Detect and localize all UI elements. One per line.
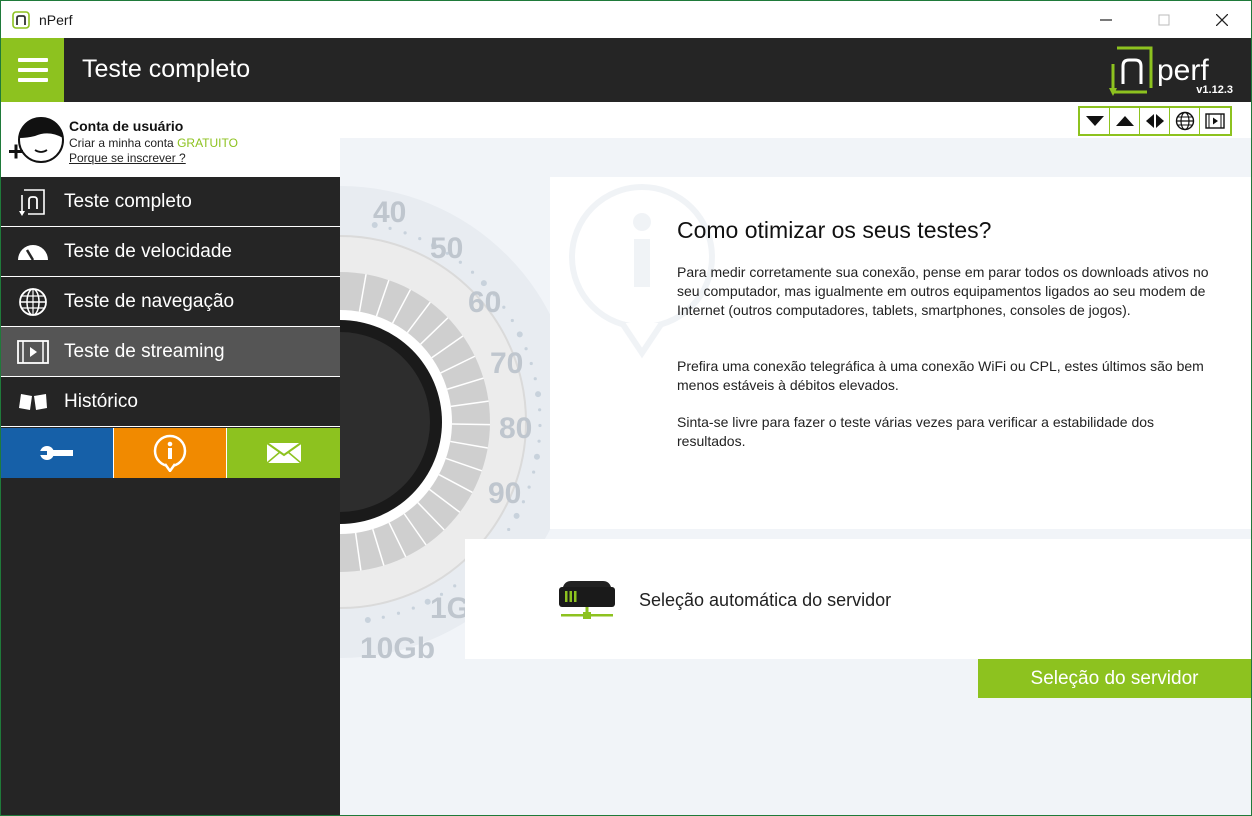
title-bar: nPerf bbox=[1, 1, 1251, 38]
tips-paragraph: Prefira uma conexão telegráfica à uma co… bbox=[677, 358, 1204, 393]
arrow-up-icon[interactable] bbox=[1110, 108, 1140, 134]
why-register-link[interactable]: Porque se inscrever ? bbox=[69, 151, 186, 165]
speedometer-icon bbox=[17, 236, 49, 268]
window-controls bbox=[1077, 1, 1251, 38]
sidebar: Conta de usuário Criar a minha conta GRA… bbox=[1, 102, 340, 815]
page-title: Teste completo bbox=[82, 55, 251, 83]
sidebar-item-label: Teste de velocidade bbox=[64, 240, 232, 262]
gauge-label: 80 bbox=[499, 412, 532, 445]
create-account-label: Criar a minha conta bbox=[69, 136, 174, 150]
sidebar-nav: Teste completo Teste de velocidade Teste… bbox=[1, 177, 340, 427]
minimize-icon[interactable] bbox=[1077, 1, 1135, 38]
contact-button[interactable] bbox=[226, 428, 340, 478]
server-icon bbox=[559, 581, 615, 619]
gauge-label: 70 bbox=[490, 347, 523, 380]
tips-paragraph: Sinta-se livre para fazer o teste várias… bbox=[677, 414, 1155, 449]
sidebar-tools bbox=[1, 428, 340, 478]
envelope-icon bbox=[265, 442, 302, 464]
arrows-left-right-icon[interactable] bbox=[1140, 108, 1170, 134]
sidebar-item-teste-completo[interactable]: Teste completo bbox=[1, 177, 340, 227]
arrow-down-icon[interactable] bbox=[1080, 108, 1110, 134]
view-tools bbox=[1078, 106, 1232, 136]
tips-title: Como otimizar os seus testes? bbox=[677, 217, 992, 243]
gauge-label: 60 bbox=[468, 286, 501, 319]
free-badge: GRATUITO bbox=[177, 136, 238, 150]
tips-paragraph: Para medir corretamente sua conexão, pen… bbox=[677, 264, 1209, 318]
sidebar-item-label: Teste completo bbox=[64, 190, 192, 212]
window-title: nPerf bbox=[39, 11, 73, 28]
account-title: Conta de usuário bbox=[69, 118, 184, 134]
gauge-label: 90 bbox=[488, 477, 521, 510]
close-icon[interactable] bbox=[1193, 1, 1251, 38]
app-header: Teste completo perf v1.12.3 bbox=[1, 38, 1251, 102]
app-window: nPerf Teste completo perf v1.12.3 Conta … bbox=[0, 0, 1252, 816]
create-account-text[interactable]: Criar a minha conta GRATUITO bbox=[69, 136, 238, 150]
info-button[interactable] bbox=[113, 428, 226, 478]
sidebar-item-historico[interactable]: Histórico bbox=[1, 377, 340, 427]
sidebar-item-teste-streaming[interactable]: Teste de streaming bbox=[1, 327, 340, 377]
maximize-icon[interactable] bbox=[1135, 1, 1193, 38]
nperf-logo-icon bbox=[17, 186, 49, 218]
select-server-button[interactable]: Seleção do servidor bbox=[978, 659, 1251, 698]
gauge-label: 50 bbox=[430, 232, 463, 265]
wrench-icon bbox=[39, 446, 73, 460]
app-icon bbox=[12, 10, 30, 29]
sidebar-item-teste-navegacao[interactable]: Teste de navegação bbox=[1, 277, 340, 327]
server-selection-panel: Seleção automática do servidor bbox=[465, 539, 1251, 659]
optimization-tips-panel: Como otimizar os seus testes? Para medir… bbox=[550, 177, 1251, 529]
sidebar-item-teste-velocidade[interactable]: Teste de velocidade bbox=[1, 227, 340, 277]
hamburger-menu-button[interactable] bbox=[1, 38, 64, 102]
server-selection-label: Seleção automática do servidor bbox=[639, 590, 892, 610]
film-icon bbox=[17, 336, 49, 368]
main-content: 40 50 60 70 80 90 100 1Gb 10Gb Como otim… bbox=[340, 102, 1251, 815]
gauge-label: 40 bbox=[373, 196, 406, 229]
sidebar-item-label: Teste de streaming bbox=[64, 340, 225, 362]
app-version: v1.12.3 bbox=[1196, 84, 1233, 96]
user-account-panel[interactable]: Conta de usuário Criar a minha conta GRA… bbox=[1, 102, 340, 177]
globe-icon[interactable] bbox=[1170, 108, 1200, 134]
gauge-label: 10Gb bbox=[360, 632, 435, 665]
svg-text:perf: perf bbox=[1157, 54, 1209, 87]
view-toolbar-strip bbox=[340, 102, 1251, 138]
sidebar-item-label: Teste de navegação bbox=[64, 290, 235, 312]
settings-button[interactable] bbox=[1, 428, 113, 478]
film-icon[interactable] bbox=[1200, 108, 1230, 134]
globe-icon bbox=[17, 286, 49, 318]
sidebar-item-label: Histórico bbox=[64, 390, 138, 412]
book-icon bbox=[17, 386, 49, 418]
add-user-avatar-icon bbox=[9, 117, 64, 163]
info-icon bbox=[153, 434, 187, 472]
